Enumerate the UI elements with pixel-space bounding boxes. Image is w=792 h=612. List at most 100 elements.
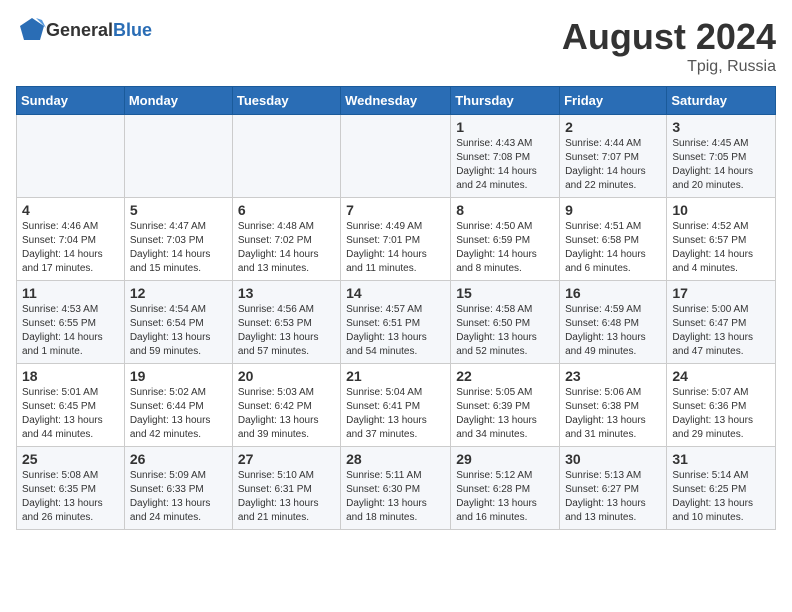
day-number: 12	[130, 285, 227, 301]
day-number: 23	[565, 368, 661, 384]
day-number: 18	[22, 368, 119, 384]
day-number: 1	[456, 119, 554, 135]
calendar-cell: 27Sunrise: 5:10 AM Sunset: 6:31 PM Dayli…	[232, 447, 340, 530]
calendar-cell: 7 Sunrise: 4:49 AM Sunset: 7:01 PM Daylig…	[341, 198, 451, 281]
day-number: 11	[22, 285, 119, 301]
day-info: Sunrise: 5:13 AM Sunset: 6:27 PM Dayligh…	[565, 469, 661, 525]
header-friday: Friday	[560, 87, 667, 115]
calendar-cell: 17 Sunrise: 5:00 AM Sunset: 6:47 PM Dayli…	[667, 281, 776, 364]
logo-icon	[18, 16, 46, 44]
day-info: Sunrise: 4:59 AM Sunset: 6:48 PM Dayligh…	[565, 303, 661, 359]
calendar-cell: 31 Sunrise: 5:14 AM Sunset: 6:25 PM Dayli…	[667, 447, 776, 530]
day-number: 10	[672, 202, 770, 218]
calendar-week-row: 25Sunrise: 5:08 AM Sunset: 6:35 PM Dayli…	[17, 447, 776, 530]
calendar-cell	[341, 115, 451, 198]
calendar-table: SundayMondayTuesdayWednesdayThursdayFrid…	[16, 86, 776, 530]
day-info: Sunrise: 4:49 AM Sunset: 7:01 PM Dayligh…	[346, 220, 445, 276]
title-block: August 2024 Tpig, Russia	[562, 16, 776, 76]
header-wednesday: Wednesday	[341, 87, 451, 115]
calendar-cell: 8Sunrise: 4:50 AM Sunset: 6:59 PM Daylig…	[451, 198, 560, 281]
day-number: 9	[565, 202, 661, 218]
day-info: Sunrise: 4:45 AM Sunset: 7:05 PM Dayligh…	[672, 137, 770, 193]
logo-blue-text: Blue	[113, 20, 152, 40]
calendar-cell: 24 Sunrise: 5:07 AM Sunset: 6:36 PM Dayli…	[667, 364, 776, 447]
day-info: Sunrise: 5:00 AM Sunset: 6:47 PM Dayligh…	[672, 303, 770, 359]
calendar-cell: 18 Sunrise: 5:01 AM Sunset: 6:45 PM Dayli…	[17, 364, 125, 447]
day-number: 5	[130, 202, 227, 218]
logo-general-text: General	[46, 20, 113, 40]
calendar-cell: 25Sunrise: 5:08 AM Sunset: 6:35 PM Dayli…	[17, 447, 125, 530]
day-number: 26	[130, 451, 227, 467]
day-number: 22	[456, 368, 554, 384]
day-info: Sunrise: 4:56 AM Sunset: 6:53 PM Dayligh…	[238, 303, 335, 359]
day-number: 14	[346, 285, 445, 301]
calendar-cell: 5Sunrise: 4:47 AM Sunset: 7:03 PM Daylig…	[124, 198, 232, 281]
calendar-cell	[17, 115, 125, 198]
day-number: 8	[456, 202, 554, 218]
header-thursday: Thursday	[451, 87, 560, 115]
day-info: Sunrise: 4:46 AM Sunset: 7:04 PM Dayligh…	[22, 220, 119, 276]
logo: GeneralBlue	[16, 16, 152, 44]
calendar-cell: 20Sunrise: 5:03 AM Sunset: 6:42 PM Dayli…	[232, 364, 340, 447]
day-number: 24	[672, 368, 770, 384]
day-number: 20	[238, 368, 335, 384]
day-info: Sunrise: 5:07 AM Sunset: 6:36 PM Dayligh…	[672, 386, 770, 442]
day-number: 19	[130, 368, 227, 384]
day-info: Sunrise: 4:54 AM Sunset: 6:54 PM Dayligh…	[130, 303, 227, 359]
day-info: Sunrise: 4:43 AM Sunset: 7:08 PM Dayligh…	[456, 137, 554, 193]
day-info: Sunrise: 4:52 AM Sunset: 6:57 PM Dayligh…	[672, 220, 770, 276]
calendar-cell: 14 Sunrise: 4:57 AM Sunset: 6:51 PM Dayli…	[341, 281, 451, 364]
calendar-cell: 1 Sunrise: 4:43 AM Sunset: 7:08 PM Daylig…	[451, 115, 560, 198]
day-info: Sunrise: 5:12 AM Sunset: 6:28 PM Dayligh…	[456, 469, 554, 525]
day-info: Sunrise: 5:14 AM Sunset: 6:25 PM Dayligh…	[672, 469, 770, 525]
day-info: Sunrise: 5:02 AM Sunset: 6:44 PM Dayligh…	[130, 386, 227, 442]
day-info: Sunrise: 4:57 AM Sunset: 6:51 PM Dayligh…	[346, 303, 445, 359]
calendar-cell: 21 Sunrise: 5:04 AM Sunset: 6:41 PM Dayli…	[341, 364, 451, 447]
calendar-cell: 3 Sunrise: 4:45 AM Sunset: 7:05 PM Daylig…	[667, 115, 776, 198]
calendar-week-row: 11 Sunrise: 4:53 AM Sunset: 6:55 PM Dayli…	[17, 281, 776, 364]
calendar-cell: 19 Sunrise: 5:02 AM Sunset: 6:44 PM Dayli…	[124, 364, 232, 447]
calendar-cell: 11 Sunrise: 4:53 AM Sunset: 6:55 PM Dayli…	[17, 281, 125, 364]
day-number: 29	[456, 451, 554, 467]
day-number: 7	[346, 202, 445, 218]
header-monday: Monday	[124, 87, 232, 115]
day-info: Sunrise: 5:08 AM Sunset: 6:35 PM Dayligh…	[22, 469, 119, 525]
day-info: Sunrise: 5:10 AM Sunset: 6:31 PM Dayligh…	[238, 469, 335, 525]
calendar-cell: 23 Sunrise: 5:06 AM Sunset: 6:38 PM Dayli…	[560, 364, 667, 447]
calendar-cell: 29 Sunrise: 5:12 AM Sunset: 6:28 PM Dayli…	[451, 447, 560, 530]
day-info: Sunrise: 5:11 AM Sunset: 6:30 PM Dayligh…	[346, 469, 445, 525]
calendar-cell: 28 Sunrise: 5:11 AM Sunset: 6:30 PM Dayli…	[341, 447, 451, 530]
calendar-cell	[232, 115, 340, 198]
day-info: Sunrise: 4:44 AM Sunset: 7:07 PM Dayligh…	[565, 137, 661, 193]
page-header: GeneralBlue August 2024 Tpig, Russia	[16, 16, 776, 76]
calendar-cell: 12 Sunrise: 4:54 AM Sunset: 6:54 PM Dayli…	[124, 281, 232, 364]
day-info: Sunrise: 4:48 AM Sunset: 7:02 PM Dayligh…	[238, 220, 335, 276]
calendar-body: 1 Sunrise: 4:43 AM Sunset: 7:08 PM Daylig…	[17, 115, 776, 530]
header-row: SundayMondayTuesdayWednesdayThursdayFrid…	[17, 87, 776, 115]
day-number: 31	[672, 451, 770, 467]
calendar-header: SundayMondayTuesdayWednesdayThursdayFrid…	[17, 87, 776, 115]
day-info: Sunrise: 5:04 AM Sunset: 6:41 PM Dayligh…	[346, 386, 445, 442]
day-number: 13	[238, 285, 335, 301]
calendar-cell: 13 Sunrise: 4:56 AM Sunset: 6:53 PM Dayli…	[232, 281, 340, 364]
calendar-cell: 6Sunrise: 4:48 AM Sunset: 7:02 PM Daylig…	[232, 198, 340, 281]
calendar-cell	[124, 115, 232, 198]
day-number: 3	[672, 119, 770, 135]
day-info: Sunrise: 5:06 AM Sunset: 6:38 PM Dayligh…	[565, 386, 661, 442]
calendar-week-row: 18 Sunrise: 5:01 AM Sunset: 6:45 PM Dayli…	[17, 364, 776, 447]
day-number: 21	[346, 368, 445, 384]
day-number: 16	[565, 285, 661, 301]
calendar-cell: 30Sunrise: 5:13 AM Sunset: 6:27 PM Dayli…	[560, 447, 667, 530]
calendar-title: August 2024	[562, 16, 776, 58]
day-info: Sunrise: 4:53 AM Sunset: 6:55 PM Dayligh…	[22, 303, 119, 359]
calendar-week-row: 4 Sunrise: 4:46 AM Sunset: 7:04 PM Daylig…	[17, 198, 776, 281]
day-info: Sunrise: 5:05 AM Sunset: 6:39 PM Dayligh…	[456, 386, 554, 442]
day-number: 28	[346, 451, 445, 467]
day-number: 15	[456, 285, 554, 301]
day-number: 4	[22, 202, 119, 218]
day-info: Sunrise: 5:01 AM Sunset: 6:45 PM Dayligh…	[22, 386, 119, 442]
calendar-cell: 9Sunrise: 4:51 AM Sunset: 6:58 PM Daylig…	[560, 198, 667, 281]
day-number: 17	[672, 285, 770, 301]
day-number: 2	[565, 119, 661, 135]
header-sunday: Sunday	[17, 87, 125, 115]
